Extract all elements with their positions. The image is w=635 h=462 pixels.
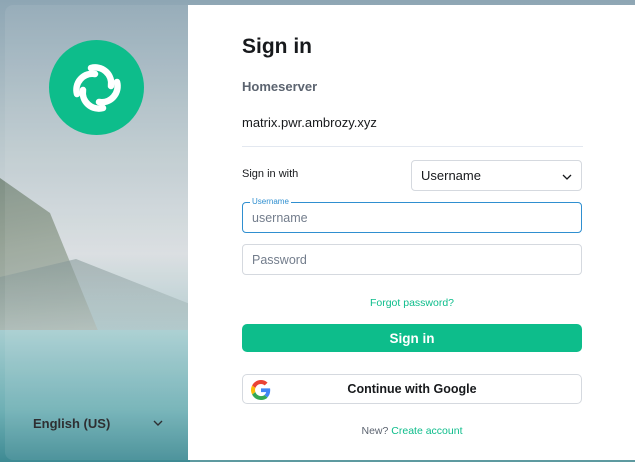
sign-in-method-value: Username [421, 168, 481, 183]
google-icon [251, 380, 271, 400]
username-field-label: Username [250, 197, 291, 206]
sign-in-method-select[interactable]: Username [411, 160, 582, 191]
create-account-link[interactable]: Create account [391, 425, 462, 437]
homeserver-label: Homeserver [242, 79, 318, 94]
chevron-down-icon [153, 418, 163, 428]
password-field[interactable] [242, 244, 582, 275]
username-field[interactable]: Username [242, 197, 582, 233]
element-logo-icon [49, 40, 144, 135]
left-panel: English (US) [5, 5, 188, 460]
sign-in-form-panel: Sign in Homeserver matrix.pwr.ambrozy.xy… [188, 5, 635, 460]
username-input[interactable] [252, 210, 572, 225]
password-input[interactable] [252, 252, 572, 267]
chevron-down-icon [562, 167, 572, 185]
page-title: Sign in [242, 35, 312, 58]
new-prefix-text: New? [361, 425, 389, 437]
continue-with-google-button[interactable]: Continue with Google [242, 374, 582, 404]
forgot-password-link[interactable]: Forgot password? [242, 297, 582, 309]
sign-in-with-label: Sign in with [242, 168, 299, 180]
sign-in-button[interactable]: Sign in [242, 324, 582, 352]
google-button-label: Continue with Google [347, 382, 477, 396]
create-account-prompt: New? Create account [242, 425, 582, 437]
language-selector[interactable]: English (US) [33, 412, 163, 434]
language-label: English (US) [33, 415, 111, 431]
divider [242, 146, 583, 147]
homeserver-value: matrix.pwr.ambrozy.xyz [242, 115, 377, 130]
